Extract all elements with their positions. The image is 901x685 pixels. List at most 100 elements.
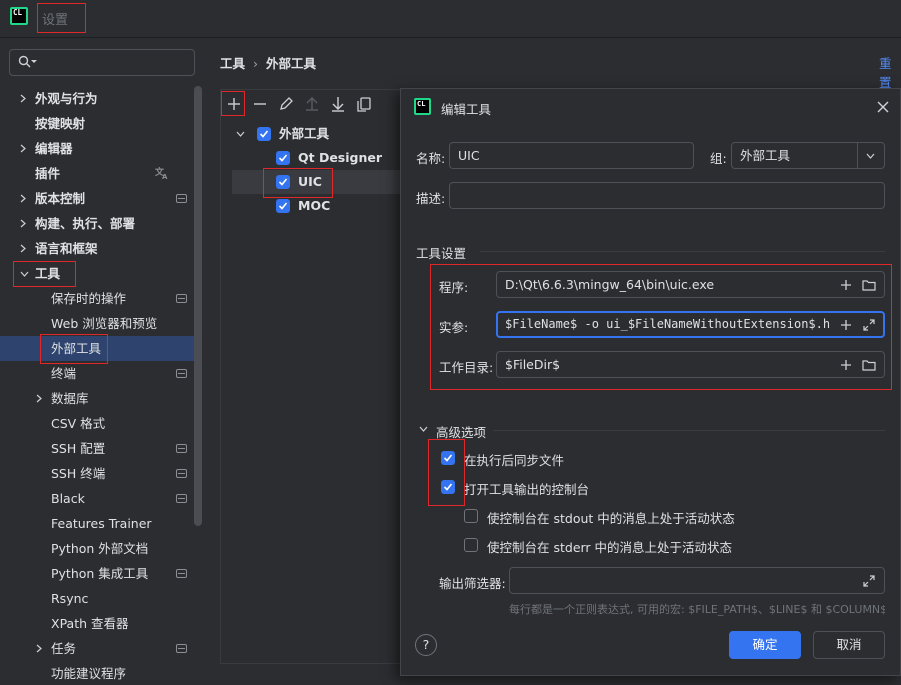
browse-folder-icon[interactable] [861,357,877,373]
stdout-active-checkbox[interactable] [464,509,478,523]
program-input[interactable]: D:\Qt\6.6.3\mingw_64\bin\uic.exe [496,271,885,298]
group-select[interactable]: 外部工具 [731,142,885,169]
nav-item-build[interactable]: 构建、执行、部署 [0,211,190,236]
close-icon[interactable] [877,101,889,113]
tree-item-uic[interactable]: UIC [234,170,404,194]
nav-item-ssh-config[interactable]: SSH 配置 [0,436,190,461]
highlight-advanced-checkboxes [428,439,465,506]
tree-item-qt-designer[interactable]: Qt Designer [234,146,404,170]
nav-item-python-docs[interactable]: Python 外部文档 [0,536,190,561]
insert-macro-plus-icon[interactable] [838,357,854,373]
dialog-logo-icon: CL [414,98,431,115]
stderr-active-label: 使控制台在 stderr 中的消息上处于活动状态 [487,540,733,555]
nav-item-keymap[interactable]: 按键映射 [0,111,190,136]
nav-item-black[interactable]: Black [0,486,190,511]
search-options-chevron-icon[interactable] [31,60,37,64]
nav-item-external-tools[interactable]: 外部工具 [0,336,190,361]
nav-item-feature-suggester[interactable]: 功能建议程序 [0,661,190,685]
nav-item-tools[interactable]: 工具 [0,261,190,286]
nav-item-rsync[interactable]: Rsync [0,586,190,611]
svg-text:A: A [162,173,168,180]
title-bar: CL 设置 [0,0,901,38]
tool-checkbox[interactable] [276,175,290,189]
move-down-icon[interactable] [328,94,348,114]
section-divider [480,251,885,252]
nav-item-features-trainer[interactable]: Features Trainer [0,511,190,536]
nav-item-editor[interactable]: 编辑器 [0,136,190,161]
nav-item-actions-on-save[interactable]: 保存时的操作 [0,286,190,311]
cancel-button[interactable]: 取消 [813,631,885,659]
nav-item-web-browsers[interactable]: Web 浏览器和预览 [0,311,190,336]
breadcrumb-separator: › [253,56,259,71]
section-divider [493,430,885,431]
chevron-down-icon[interactable] [866,153,875,159]
nav-item-appearance[interactable]: 外观与行为 [0,86,190,111]
ok-button[interactable]: 确定 [729,631,801,659]
tree-item-moc[interactable]: MOC [234,194,404,218]
advanced-options-title[interactable]: 高级选项 [436,422,486,441]
stderr-active-checkbox[interactable] [464,538,478,552]
edit-pencil-icon[interactable] [276,94,296,114]
search-icon [18,55,31,68]
name-label: 名称: [416,151,446,166]
chevron-right-icon [20,186,30,211]
sidebar-scrollbar[interactable] [194,86,202,526]
nav-item-plugins[interactable]: 插件 文A [0,161,190,186]
tool-settings-title: 工具设置 [416,246,467,261]
insert-macro-plus-icon[interactable] [838,277,854,293]
chevron-down-icon[interactable] [419,426,428,432]
tree-group-external-tools[interactable]: 外部工具 [234,122,404,146]
tool-checkbox[interactable] [276,151,290,165]
chevron-right-icon [20,86,30,111]
nav-item-ssh-terminal[interactable]: SSH 终端 [0,461,190,486]
nav-item-csv[interactable]: CSV 格式 [0,411,190,436]
project-scope-icon [176,644,187,653]
output-filter-input[interactable] [509,567,885,594]
description-input[interactable] [449,182,885,209]
nav-item-xpath-viewer[interactable]: XPath 查看器 [0,611,190,636]
chevron-right-icon [36,636,46,661]
move-up-icon[interactable] [302,94,322,114]
project-scope-icon [176,194,187,203]
project-scope-icon [176,469,187,478]
nav-item-terminal[interactable]: 终端 [0,361,190,386]
project-scope-icon [176,494,187,503]
chevron-right-icon [36,386,46,411]
sync-files-checkbox[interactable] [441,451,455,465]
help-button[interactable]: ? [415,634,437,656]
nav-item-python-tools[interactable]: Python 集成工具 [0,561,190,586]
group-checkbox[interactable] [257,127,271,141]
dialog-title: 编辑工具 [441,102,492,117]
chevron-down-icon [20,261,30,286]
open-console-label: 打开工具输出的控制台 [464,482,590,497]
arguments-label: 实参: [439,320,469,335]
browse-folder-icon[interactable] [861,277,877,293]
chevron-right-icon [20,136,30,161]
project-scope-icon [176,294,187,303]
project-scope-icon [176,369,187,378]
expand-icon[interactable] [861,317,877,333]
breadcrumb-parent[interactable]: 工具 [220,56,245,71]
settings-search-input[interactable] [9,49,195,76]
working-dir-input[interactable]: $FileDir$ [496,351,885,378]
name-input[interactable]: UIC [449,142,694,169]
chevron-down-icon[interactable] [236,131,245,137]
project-scope-icon [176,569,187,578]
copy-icon[interactable] [354,94,374,114]
output-filter-label: 输出筛选器: [439,576,506,591]
arguments-input[interactable]: $FileName$ -o ui_$FileNameWithoutExtensi… [496,311,885,338]
expand-icon[interactable] [861,573,877,589]
group-label: 组: [710,151,727,166]
tool-checkbox[interactable] [276,199,290,213]
nav-item-tasks[interactable]: 任务 [0,636,190,661]
nav-item-languages[interactable]: 语言和框架 [0,236,190,261]
remove-icon[interactable] [250,94,270,114]
add-icon[interactable] [224,94,244,114]
insert-macro-plus-icon[interactable] [838,317,854,333]
reset-link[interactable]: 重置 [879,53,901,91]
app-logo-icon: CL [10,7,28,25]
translate-icon: 文A [155,166,168,180]
nav-item-database[interactable]: 数据库 [0,386,190,411]
nav-item-vcs[interactable]: 版本控制 [0,186,190,211]
open-console-checkbox[interactable] [441,480,455,494]
